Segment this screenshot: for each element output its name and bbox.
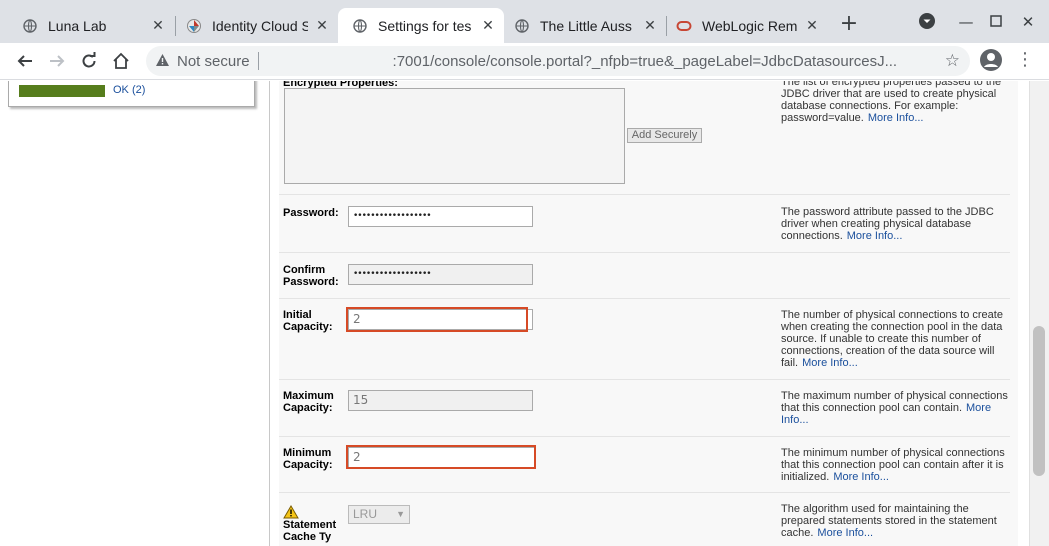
tab-title: The Little Auss — [540, 17, 632, 34]
initial-capacity-label: Initial Capacity: — [283, 309, 333, 333]
maximum-capacity-help: The maximum number of physical connectio… — [781, 390, 1009, 426]
bookmark-star-icon[interactable]: ☆ — [945, 51, 960, 71]
reload-icon[interactable] — [77, 49, 101, 73]
health-bar — [19, 85, 105, 97]
close-tab-icon[interactable]: ✕ — [314, 18, 330, 34]
back-arrow-icon[interactable] — [13, 49, 37, 73]
row-encrypted-properties: Encrypted Properties: Add Securely The l… — [279, 81, 1010, 195]
omnibox-divider — [257, 52, 259, 70]
close-tab-icon[interactable]: ✕ — [642, 18, 658, 34]
maximize-icon[interactable] — [986, 12, 1006, 32]
forward-arrow-icon[interactable] — [45, 49, 69, 73]
tab-strip: Luna Lab ✕ Identity Cloud S ✕ Settings f… — [0, 0, 1049, 43]
tab-luna-lab[interactable]: Luna Lab ✕ — [8, 8, 174, 43]
password-help: The password attribute passed to the JDB… — [781, 206, 1009, 242]
statement-cache-type-label: Statement Cache Ty — [283, 519, 337, 543]
password-field[interactable]: •••••••••••••••••• — [348, 206, 533, 227]
close-tab-icon[interactable]: ✕ — [480, 18, 496, 34]
redacted-host — [266, 54, 393, 68]
row-maximum-capacity: Maximum Capacity: 15 The maximum number … — [279, 380, 1010, 437]
select-value: LRU — [353, 507, 378, 521]
initial-capacity-highlight — [346, 307, 528, 332]
confirm-password-label: Confirm Password: — [283, 264, 339, 288]
globe-icon — [22, 18, 38, 34]
minimum-capacity-help: The minimum number of physical connectio… — [781, 447, 1009, 483]
row-confirm-password: Confirm Password: •••••••••••••••••• — [279, 253, 1010, 299]
health-ok-link[interactable]: OK (2) — [113, 84, 145, 96]
add-securely-button[interactable]: Add Securely — [627, 128, 702, 143]
more-info-link[interactable]: More Info... — [868, 112, 924, 124]
column-divider — [269, 81, 270, 546]
tab-title: WebLogic Rem — [702, 17, 798, 34]
initial-capacity-help: The number of physical connections to cr… — [781, 309, 1009, 369]
close-tab-icon[interactable]: ✕ — [150, 18, 166, 34]
scrollbar-thumb[interactable] — [1033, 326, 1045, 476]
more-info-link[interactable]: More Info... — [817, 527, 873, 539]
address-bar[interactable]: Not secure :7001/console/console.portal?… — [146, 46, 970, 76]
tab-weblogic[interactable]: WebLogic Rem ✕ — [662, 8, 828, 43]
row-statement-cache-type: Statement Cache Ty LRU ▼ The algorithm u… — [279, 493, 1010, 546]
minimum-capacity-highlight — [346, 445, 536, 469]
tab-title: Luna Lab — [48, 17, 107, 34]
row-initial-capacity: Initial Capacity: 2 The number of physic… — [279, 299, 1010, 380]
globe-icon — [352, 18, 368, 34]
page-content: OK (2) Encrypted Properties: Add Securel… — [0, 81, 1049, 546]
maximum-capacity-label: Maximum Capacity: — [283, 390, 334, 414]
minimize-icon[interactable]: — — [956, 12, 976, 32]
help-text: The algorithm used for maintaining the p… — [781, 503, 997, 539]
tab-settings[interactable]: Settings for tes ✕ — [338, 8, 504, 43]
minimum-capacity-label: Minimum Capacity: — [283, 447, 333, 471]
warning-icon[interactable] — [155, 53, 171, 70]
close-window-icon[interactable]: ✕ — [1018, 12, 1038, 32]
new-tab-button[interactable]: + — [838, 13, 860, 36]
browser-toolbar: Not secure :7001/console/console.portal?… — [0, 43, 1049, 80]
chevron-down-icon: ▼ — [396, 509, 405, 519]
more-menu-icon[interactable]: ⋮ — [1016, 48, 1034, 72]
encrypted-properties-help: The list of encrypted properties passed … — [781, 81, 1009, 124]
more-info-link[interactable]: More Info... — [802, 357, 858, 369]
tab-identity-cloud[interactable]: Identity Cloud S ✕ — [172, 8, 338, 43]
security-label[interactable]: Not secure — [177, 53, 250, 70]
settings-form: Encrypted Properties: Add Securely The l… — [279, 81, 1018, 546]
password-label: Password: — [283, 207, 339, 219]
home-icon[interactable] — [109, 49, 133, 73]
row-minimum-capacity: Minimum Capacity: 2 The minimum number o… — [279, 437, 1010, 493]
row-password: Password: •••••••••••••••••• The passwor… — [279, 195, 1010, 253]
tab-title: Identity Cloud S — [212, 17, 308, 34]
help-text: The minimum number of physical connectio… — [781, 447, 1005, 483]
maximum-capacity-field[interactable]: 15 — [348, 390, 533, 411]
globe-icon — [514, 18, 530, 34]
url-text[interactable]: :7001/console/console.portal?_nfpb=true&… — [393, 53, 933, 70]
confirm-password-field[interactable]: •••••••••••••••••• — [348, 264, 533, 285]
system-health-panel: OK (2) — [8, 81, 255, 107]
more-info-link[interactable]: More Info... — [847, 230, 903, 242]
identity-cloud-icon — [186, 18, 202, 34]
warning-icon — [283, 505, 299, 519]
more-info-link[interactable]: More Info... — [833, 471, 889, 483]
vertical-scrollbar[interactable] — [1029, 81, 1049, 546]
statement-cache-type-select[interactable]: LRU ▼ — [348, 505, 410, 524]
statement-cache-type-help: The algorithm used for maintaining the p… — [781, 503, 1009, 539]
tab-search-icon[interactable] — [917, 12, 937, 32]
close-tab-icon[interactable]: ✕ — [804, 18, 820, 34]
profile-avatar-icon[interactable] — [980, 49, 1002, 71]
tab-little-aussie[interactable]: The Little Auss ✕ — [500, 8, 666, 43]
encrypted-properties-textarea[interactable] — [284, 88, 625, 184]
oracle-icon — [676, 18, 692, 34]
tab-title: Settings for tes — [378, 17, 472, 34]
